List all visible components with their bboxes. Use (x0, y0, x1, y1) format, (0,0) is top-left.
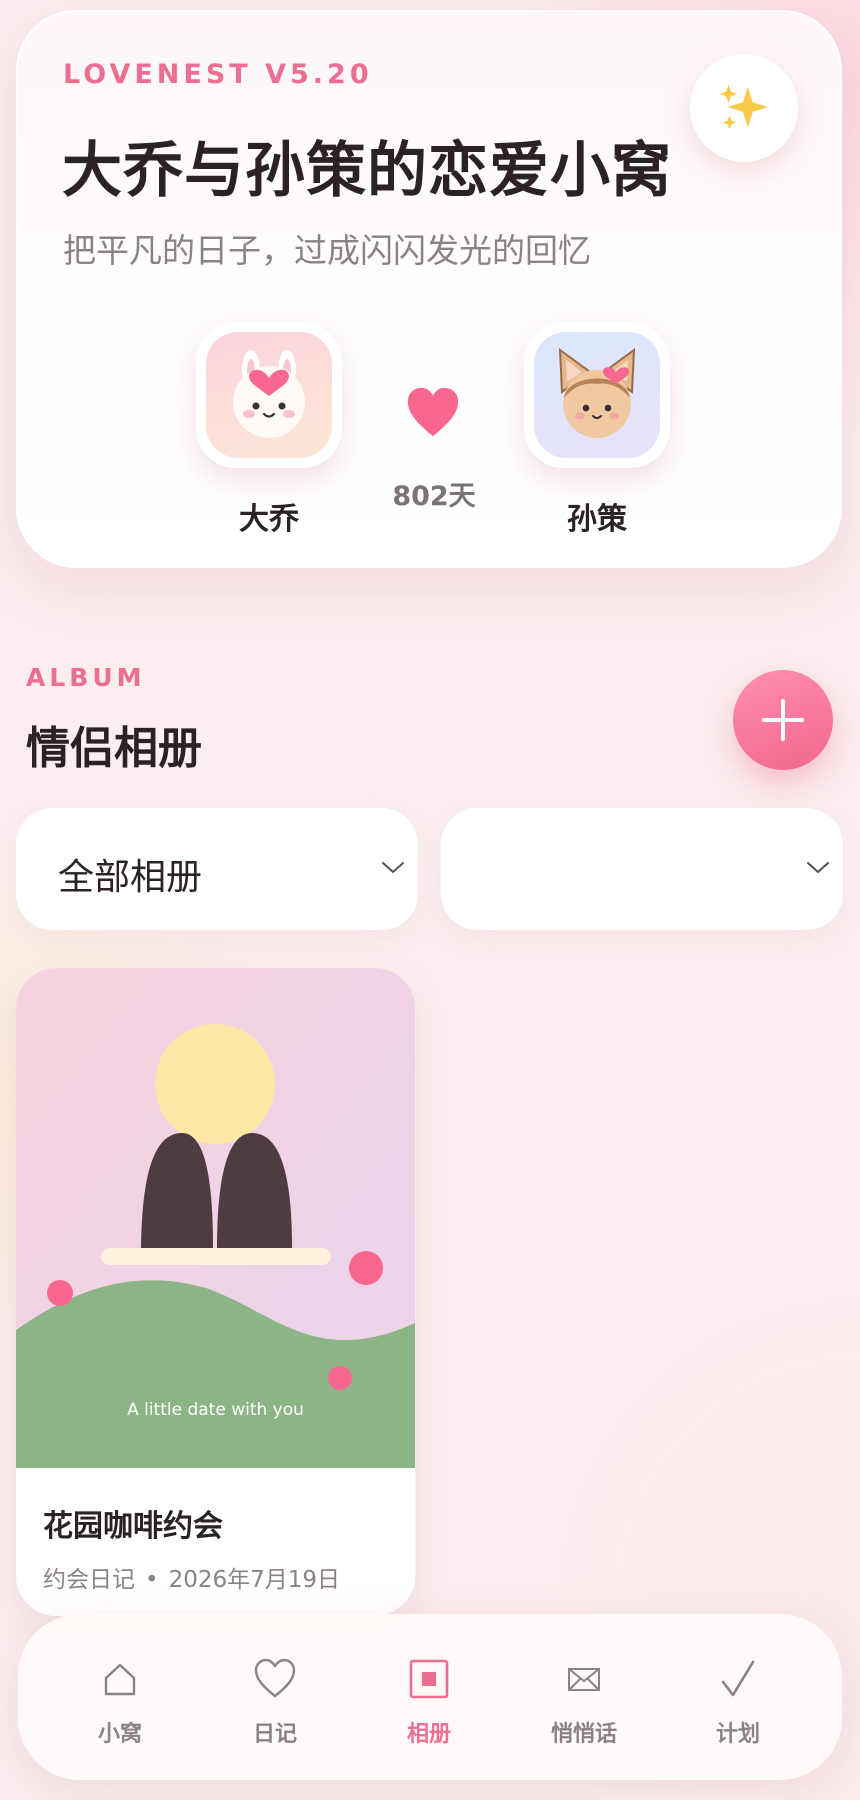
section-title: 情侣相册 (26, 723, 202, 774)
sparkles-icon (719, 84, 769, 130)
album-card[interactable]: A little date with you 花园咖啡约会 约会日记 • 2026年… (16, 968, 415, 1616)
chevron-down-icon (382, 862, 404, 873)
home-icon (104, 1663, 136, 1696)
nav-label: 计划 (715, 1722, 760, 1747)
heart-icon (407, 387, 459, 437)
album-filter-select[interactable]: 全部相册 (16, 808, 418, 930)
partner-left-name: 大乔 (239, 502, 299, 537)
page-title: 大乔与孙策的恋爱小窝 (62, 136, 672, 206)
cat-avatar-icon (558, 347, 636, 438)
nav-item-plans[interactable]: 计划 (673, 1654, 803, 1754)
album-card-category: 约会日记 (43, 1567, 135, 1593)
days-together-counter: 802天 (392, 481, 476, 512)
flower-dot (47, 1280, 73, 1306)
plus-icon (762, 699, 804, 741)
nav-label: 相册 (406, 1722, 451, 1747)
chevron-down-icon (807, 862, 829, 873)
envelope-icon (568, 1668, 600, 1691)
flower-dot (328, 1366, 352, 1390)
flower-dot (349, 1251, 383, 1285)
album-card-date: 2026年7月19日 (168, 1567, 341, 1593)
nav-item-album[interactable]: 相册 (364, 1654, 494, 1754)
nav-item-whispers[interactable]: 悄悄话 (519, 1654, 649, 1754)
bunny-avatar-icon (233, 350, 305, 438)
partner-right-name: 孙策 (567, 502, 627, 537)
add-photo-button[interactable] (733, 670, 833, 770)
sun-shape (155, 1024, 275, 1144)
nav-label: 日记 (252, 1722, 297, 1747)
nav-item-home[interactable]: 小窝 (55, 1654, 185, 1754)
album-cover-illustration (16, 968, 415, 1468)
app-version-label: LOVENEST V5.20 (63, 59, 373, 90)
checkmark-icon (721, 1660, 755, 1697)
section-tag: ALBUM (26, 663, 146, 692)
album-filter-value: 全部相册 (58, 857, 203, 898)
nav-label: 小窝 (97, 1722, 142, 1747)
album-card-meta: 约会日记 • 2026年7月19日 (43, 1560, 340, 1594)
bottom-nav: 小窝 日记 相册 悄悄话 计划 (18, 1614, 842, 1780)
sparkle-button[interactable] (690, 54, 798, 162)
cover-caption: A little date with you (127, 1400, 304, 1420)
avatar-left[interactable] (196, 322, 342, 468)
secondary-filter-select[interactable] (441, 808, 843, 930)
album-icon (409, 1659, 449, 1699)
album-card-title: 花园咖啡约会 (43, 1509, 223, 1544)
nav-item-diary[interactable]: 日记 (210, 1654, 340, 1754)
page-subtitle: 把平凡的日子，过成闪闪发光的回忆 (63, 231, 591, 270)
couple-header-card: LOVENEST V5.20 大乔与孙策的恋爱小窝 把平凡的日子，过成闪闪发光的… (16, 10, 842, 568)
nav-label: 悄悄话 (550, 1722, 617, 1747)
meta-separator: • (145, 1567, 159, 1593)
heart-outline-icon (254, 1658, 296, 1698)
bench-shape (101, 1248, 331, 1265)
avatar-right[interactable] (524, 322, 670, 468)
